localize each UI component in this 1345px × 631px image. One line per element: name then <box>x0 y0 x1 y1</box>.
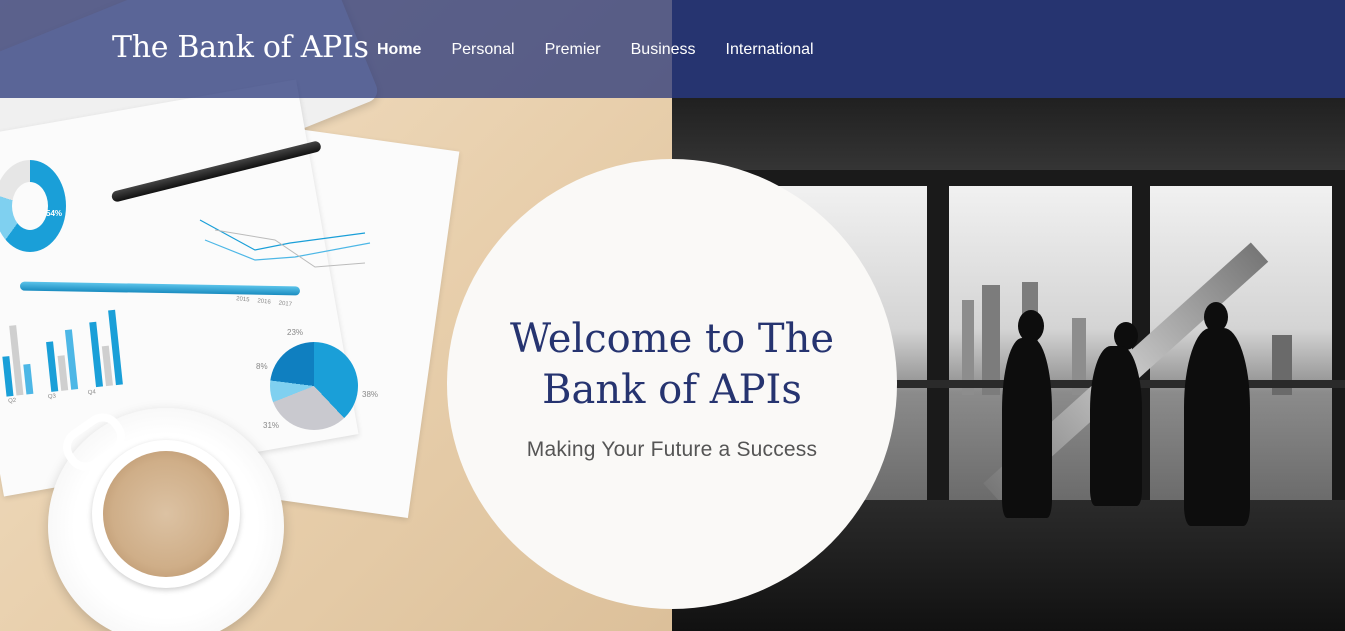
pie-chart-image <box>270 342 358 430</box>
brand-logo[interactable]: The Bank of APIs <box>112 30 369 65</box>
nav-personal[interactable]: Personal <box>451 41 514 59</box>
coffee-image <box>103 451 229 577</box>
pie-label-top: 23% <box>287 328 304 337</box>
hero-banner: 54% 2015 2016 2017 Q2 Q3 Q4 23% 8% 38% 3… <box>0 0 1345 631</box>
donut-percent-label: 54% <box>46 209 63 218</box>
nav-international[interactable]: International <box>726 41 814 59</box>
nav-home[interactable]: Home <box>377 41 421 59</box>
hero-title: Welcome to The Bank of APIs <box>509 315 835 413</box>
legend-2016: 2016 <box>257 298 271 306</box>
nav-premier[interactable]: Premier <box>545 41 601 59</box>
legend-2015: 2015 <box>235 296 250 304</box>
welcome-circle: Welcome to The Bank of APIs Making Your … <box>447 159 897 609</box>
line-chart-image <box>199 219 371 268</box>
bar-label-q2: Q2 <box>7 397 17 405</box>
window-frame <box>927 170 949 520</box>
bar-label-q4: Q4 <box>87 389 97 397</box>
person-silhouette <box>1090 346 1142 506</box>
window-frame <box>1332 170 1345 510</box>
bar-label-q3: Q3 <box>47 393 57 401</box>
pie-label-bottom: 31% <box>263 421 280 430</box>
legend-2017: 2017 <box>278 300 293 308</box>
nav-business[interactable]: Business <box>631 41 696 59</box>
main-nav: Home Personal Premier Business Internati… <box>377 41 814 59</box>
bar-chart-image <box>0 303 136 397</box>
pie-label-right: 38% <box>362 390 379 399</box>
skyline-building <box>982 285 1000 395</box>
person-silhouette <box>1002 338 1052 518</box>
person-silhouette <box>1184 328 1250 526</box>
hero-subtitle: Making Your Future a Success <box>526 438 818 462</box>
top-navbar: The Bank of APIs Home Personal Premier B… <box>0 0 1345 98</box>
pie-label-left: 8% <box>256 362 268 371</box>
